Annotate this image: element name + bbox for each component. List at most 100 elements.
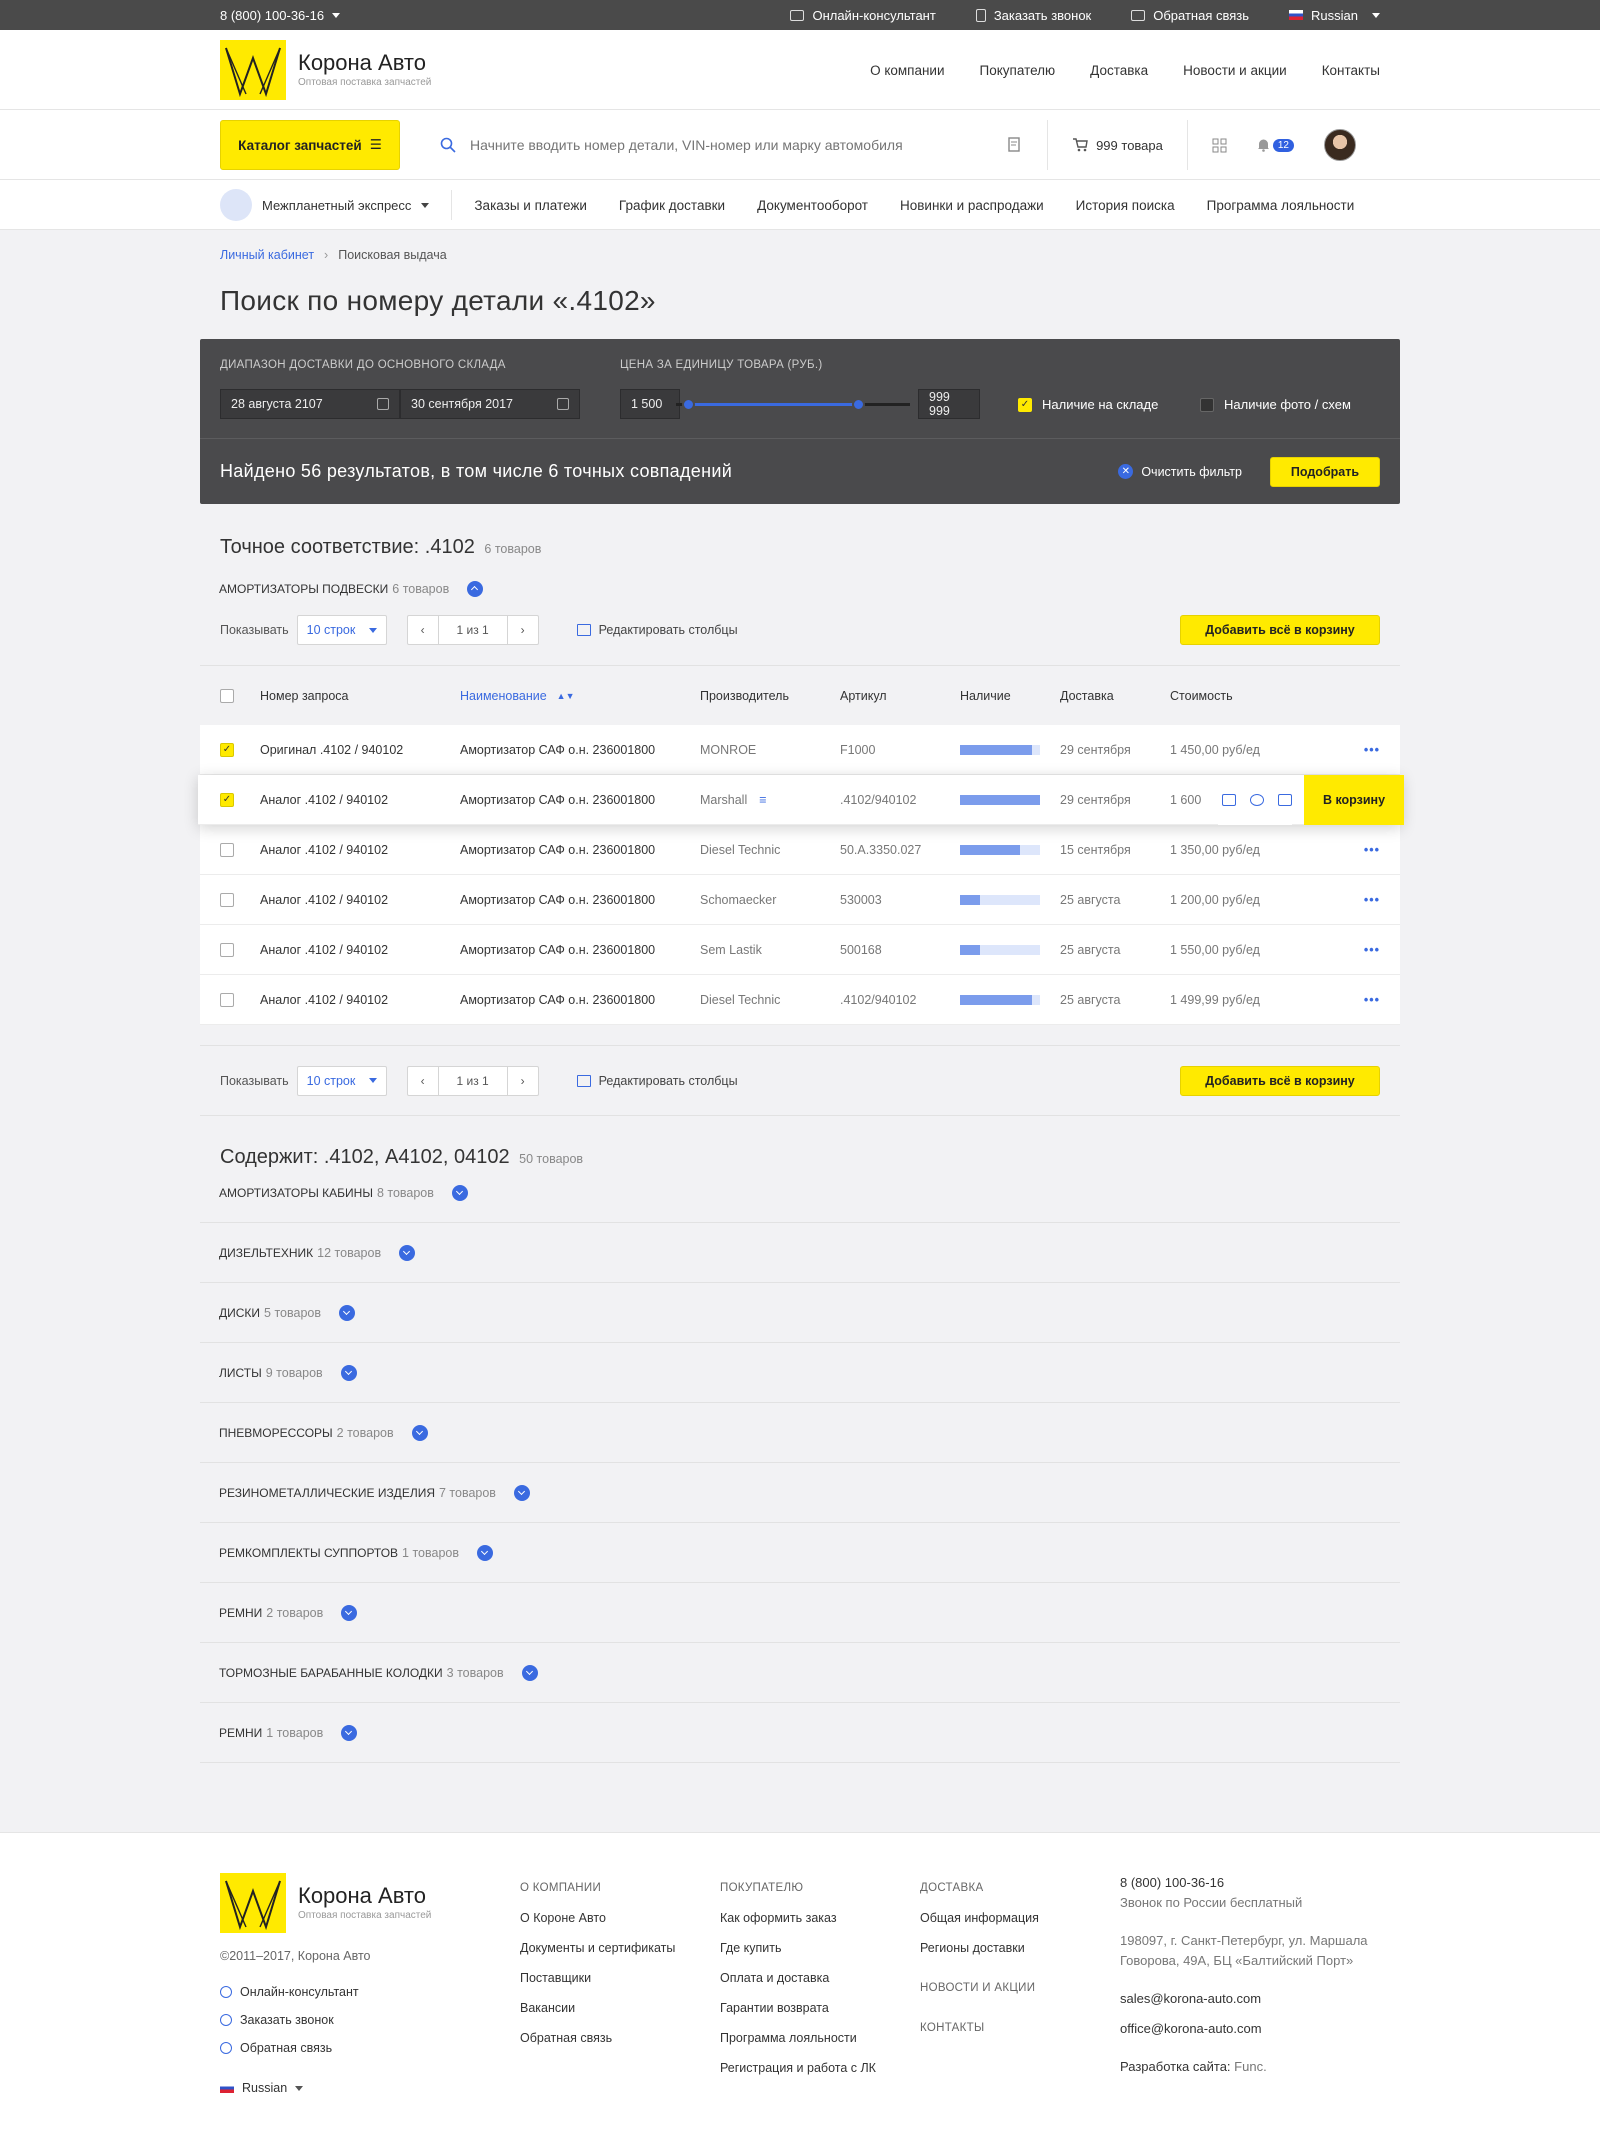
nav-delivery[interactable]: Доставка xyxy=(1090,63,1148,78)
table-row[interactable]: Аналог .4102 / 940102 Амортизатор САФ о.… xyxy=(200,825,1400,875)
row-checkbox[interactable] xyxy=(220,942,234,957)
footer-consultant-link[interactable]: Онлайн-консультант xyxy=(220,1985,520,1999)
nav-buyer[interactable]: Покупателю xyxy=(980,63,1056,78)
clear-filter-button[interactable]: ✕ Очистить фильтр xyxy=(1118,464,1242,479)
rows-per-page-select[interactable]: 10 строк xyxy=(296,1065,387,1096)
notes-icon[interactable] xyxy=(1222,794,1236,806)
footer-link[interactable]: Общая информация xyxy=(920,1903,1120,1933)
date-to-field[interactable]: 30 сентября 2017 xyxy=(400,389,580,419)
price-slider-max-handle[interactable] xyxy=(852,398,865,411)
add-all-to-cart-button[interactable]: Добавить всё в корзину xyxy=(1180,615,1380,645)
subnav-orders[interactable]: Заказы и платежи xyxy=(474,198,587,213)
col-price[interactable]: Стоимость xyxy=(1170,689,1340,703)
footer-link[interactable]: Гарантии возврата xyxy=(720,1993,920,2023)
prev-page-button[interactable]: ‹ xyxy=(408,1067,438,1095)
price-slider-min-handle[interactable] xyxy=(682,398,695,411)
avatar[interactable] xyxy=(1324,129,1356,161)
footer-link[interactable]: Поставщики xyxy=(520,1963,720,1993)
table-row[interactable]: Аналог .4102 / 940102 Амортизатор САФ о.… xyxy=(200,875,1400,925)
footer-link[interactable]: О Короне Авто xyxy=(520,1903,720,1933)
table-row[interactable]: Аналог .4102 / 940102 Амортизатор САФ о.… xyxy=(200,975,1400,1025)
top-phone[interactable]: 8 (800) 100-36-16 xyxy=(220,8,341,23)
next-page-button[interactable]: › xyxy=(508,616,538,644)
row-checkbox[interactable] xyxy=(220,992,234,1007)
footer-phone[interactable]: 8 (800) 100-36-16 xyxy=(1120,1873,1380,1893)
table-row[interactable]: ✓ Аналог .4102 / 940102 Амортизатор САФ … xyxy=(198,775,1404,825)
col-maker[interactable]: Производитель xyxy=(700,689,840,703)
online-consultant-link[interactable]: Онлайн-консультант xyxy=(790,8,936,23)
footer-call-link[interactable]: Заказать звонок xyxy=(220,2013,520,2027)
subnav-loyalty[interactable]: Программа лояльности xyxy=(1207,198,1355,213)
calendar-icon[interactable] xyxy=(1278,794,1292,806)
table-row[interactable]: Аналог .4102 / 940102 Амортизатор САФ о.… xyxy=(200,925,1400,975)
group-header[interactable]: Дизельтехник 12 товаров xyxy=(200,1223,1400,1283)
date-from-field[interactable]: 28 августа 2107 xyxy=(220,389,400,419)
col-query[interactable]: Номер запроса xyxy=(260,689,460,703)
group-header[interactable]: Резинометаллические изделия 7 товаров xyxy=(200,1463,1400,1523)
footer-contacts-link[interactable]: Контакты xyxy=(920,2013,1120,2043)
group-header[interactable]: Ремни 1 товаров xyxy=(200,1703,1400,1763)
group-header[interactable]: Амортизаторы кабины 8 товаров xyxy=(200,1163,1400,1223)
logo[interactable]: Корона Авто Оптовая поставка запчастей xyxy=(220,40,431,100)
subnav-schedule[interactable]: График доставки xyxy=(619,198,725,213)
col-article[interactable]: Артикул xyxy=(840,689,960,703)
more-icon[interactable]: ••• xyxy=(1340,843,1380,857)
next-page-button[interactable]: › xyxy=(508,1067,538,1095)
group-header[interactable]: Диски 5 товаров xyxy=(200,1283,1400,1343)
footer-link[interactable]: Регистрация и работа с ЛК xyxy=(720,2053,920,2083)
footer-email-office[interactable]: office@korona-auto.com xyxy=(1120,2019,1380,2039)
group-header[interactable]: Амортизаторы подвески 6 товаров xyxy=(200,559,1400,597)
cart-button[interactable]: 999 товара xyxy=(1048,120,1187,170)
subnav-documents[interactable]: Документооборот xyxy=(757,198,868,213)
group-header[interactable]: Ремкомплекты суппортов 1 товаров xyxy=(200,1523,1400,1583)
footer-language-select[interactable]: Russian xyxy=(220,2081,520,2095)
add-to-cart-button[interactable]: В корзину xyxy=(1304,775,1404,825)
select-all-checkbox[interactable] xyxy=(220,688,234,703)
footer-news-link[interactable]: Новости и акции xyxy=(920,1973,1120,2003)
group-header[interactable]: Тормозные барабанные колодки 3 товаров xyxy=(200,1643,1400,1703)
col-stock[interactable]: Наличие xyxy=(960,689,1060,703)
prev-page-button[interactable]: ‹ xyxy=(408,616,438,644)
search-input[interactable] xyxy=(470,137,950,153)
catalog-button[interactable]: Каталог запчастей ☰ xyxy=(220,120,400,170)
footer-link[interactable]: Как оформить заказ xyxy=(720,1903,920,1933)
vin-request-button[interactable] xyxy=(983,120,1047,170)
footer-logo[interactable]: Корона Авто Оптовая поставка запчастей xyxy=(220,1873,520,1933)
dev-link[interactable]: Func. xyxy=(1234,2059,1267,2074)
footer-link[interactable]: Оплата и доставка xyxy=(720,1963,920,1993)
breadcrumb-home[interactable]: Личный кабинет xyxy=(220,248,314,262)
nav-about[interactable]: О компании xyxy=(870,63,944,78)
subnav-new[interactable]: Новинки и распродажи xyxy=(900,198,1044,213)
has-photo-checkbox[interactable]: Наличие фото / схем xyxy=(1200,397,1351,412)
footer-email-sales[interactable]: sales@korona-auto.com xyxy=(1120,1989,1380,2009)
order-call-link[interactable]: Заказать звонок xyxy=(975,8,1091,23)
info-list-icon[interactable]: ≡ xyxy=(759,793,766,807)
group-header[interactable]: Пневмореcсоры 2 товаров xyxy=(200,1403,1400,1463)
more-icon[interactable]: ••• xyxy=(1340,743,1380,757)
table-row[interactable]: ✓ Оригинал .4102 / 940102 Амортизатор СА… xyxy=(200,725,1400,775)
more-icon[interactable]: ••• xyxy=(1340,893,1380,907)
footer-link[interactable]: Программа лояльности xyxy=(720,2023,920,2053)
feedback-link[interactable]: Обратная связь xyxy=(1131,8,1249,23)
row-checkbox[interactable] xyxy=(220,892,234,907)
row-checkbox[interactable]: ✓ xyxy=(220,792,234,807)
apply-filter-button[interactable]: Подобрать xyxy=(1270,456,1380,487)
language-select[interactable]: Russian xyxy=(1289,8,1380,23)
compare-grid-icon[interactable] xyxy=(1212,138,1227,153)
footer-link[interactable]: Документы и сертификаты xyxy=(520,1933,720,1963)
price-max-field[interactable]: 999 999 xyxy=(918,389,980,419)
in-stock-checkbox[interactable]: ✓ Наличие на складе xyxy=(1018,397,1158,412)
notifications-button[interactable]: 12 xyxy=(1257,138,1294,152)
row-checkbox[interactable] xyxy=(220,842,234,857)
col-name-sort[interactable]: Наименование ▲▼ xyxy=(460,689,700,703)
footer-link[interactable]: Где купить xyxy=(720,1933,920,1963)
row-checkbox[interactable]: ✓ xyxy=(220,742,234,757)
nav-news[interactable]: Новости и акции xyxy=(1183,63,1287,78)
group-header[interactable]: Ремни 2 товаров xyxy=(200,1583,1400,1643)
nav-contacts[interactable]: Контакты xyxy=(1322,63,1380,78)
subnav-history[interactable]: История поиска xyxy=(1076,198,1175,213)
footer-link[interactable]: Вакансии xyxy=(520,1993,720,2023)
price-min-field[interactable]: 1 500 xyxy=(620,389,680,419)
footer-link[interactable]: Регионы доставки xyxy=(920,1933,1120,1963)
edit-columns-button[interactable]: Редактировать столбцы xyxy=(576,1074,738,1088)
